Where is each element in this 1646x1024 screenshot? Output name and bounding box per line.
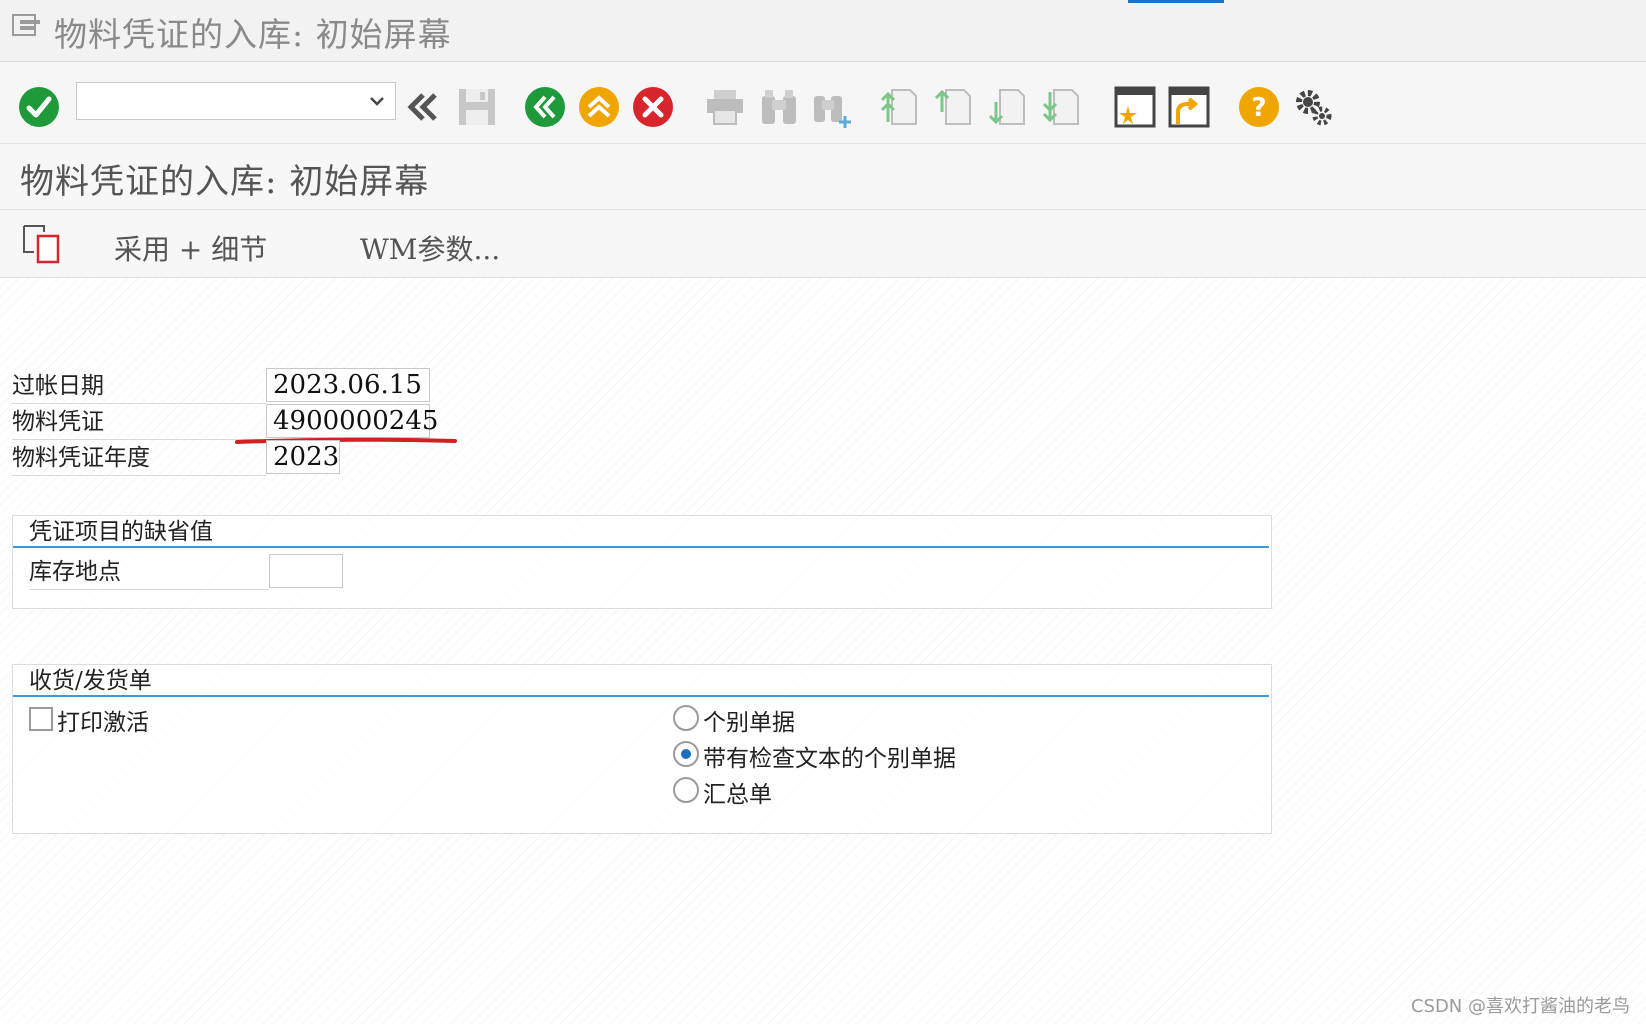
individual-slip-label: 个别单据 [703,710,795,736]
active-tab-indicator [1128,0,1224,3]
settings-icon[interactable] [1292,86,1334,128]
command-field[interactable] [76,82,396,120]
enter-check-icon[interactable] [18,86,60,128]
collapse-icon[interactable] [402,86,444,128]
defaults-group-title: 凭证项目的缺省值 [13,516,1269,548]
help-icon[interactable]: ? [1238,86,1280,128]
copy-icon[interactable] [22,224,62,264]
print-icon[interactable] [704,86,746,128]
posting-date-field[interactable]: 2023.06.15 [266,368,430,402]
individual-slip-radio[interactable] [673,705,699,731]
individual-slip-inspection-radio[interactable] [673,741,699,767]
goods-receipt-slip-group: 收货/发货单 打印激活 个别单据 带有检查文本的个别单据 汇总单 [12,664,1272,834]
material-document-field[interactable]: 4900000245 [266,404,438,438]
new-session-icon[interactable] [1114,86,1156,128]
find-next-icon[interactable] [812,86,854,128]
save-icon[interactable] [456,86,498,128]
wm-parameters-button[interactable]: WM参数... [360,228,500,268]
collective-slip-radio[interactable] [673,777,699,803]
back-icon[interactable] [524,86,566,128]
print-active-checkbox[interactable] [29,707,53,731]
screen-title-bar: 物料凭证的入库: 初始屏幕 [0,144,1646,210]
slip-group-title: 收货/发货单 [13,665,1269,697]
cancel-icon[interactable] [632,86,674,128]
storage-location-field[interactable] [269,554,343,588]
watermark: CSDN @喜欢打酱油的老鸟 [1410,996,1630,1017]
standard-toolbar: ? [0,62,1646,144]
storage-location-label: 库存地点 [29,554,269,590]
document-year-field[interactable]: 2023 [266,440,340,474]
command-dropdown-icon[interactable] [369,93,385,109]
window-title: 物料凭证的入库: 初始屏幕 [54,15,452,54]
adopt-detail-button[interactable]: 采用 + 细节 [114,228,267,268]
exit-icon[interactable] [578,86,620,128]
previous-page-icon[interactable] [932,86,974,128]
next-page-icon[interactable] [986,86,1028,128]
command-input[interactable] [77,83,357,119]
print-active-label: 打印激活 [57,710,149,736]
first-page-icon[interactable] [878,86,920,128]
collective-slip-label: 汇总单 [703,782,772,808]
svg-text:?: ? [1251,93,1266,123]
screen-title: 物料凭证的入库: 初始屏幕 [20,162,430,202]
material-document-label: 物料凭证 [12,404,266,440]
menu-icon[interactable] [12,14,42,36]
document-year-label: 物料凭证年度 [12,440,266,476]
last-page-icon[interactable] [1040,86,1082,128]
main-content: 过帐日期 2023.06.15 物料凭证 4900000245 物料凭证年度 2… [0,278,1646,1024]
window-title-bar: 物料凭证的入库: 初始屏幕 [0,0,1646,62]
individual-slip-inspection-label: 带有检查文本的个别单据 [703,746,956,772]
document-item-defaults-group: 凭证项目的缺省值 库存地点 [12,515,1272,609]
find-icon[interactable] [758,86,800,128]
shortcut-icon[interactable] [1168,86,1210,128]
posting-date-label: 过帐日期 [12,368,266,404]
application-toolbar: 采用 + 细节 WM参数... [0,210,1646,278]
